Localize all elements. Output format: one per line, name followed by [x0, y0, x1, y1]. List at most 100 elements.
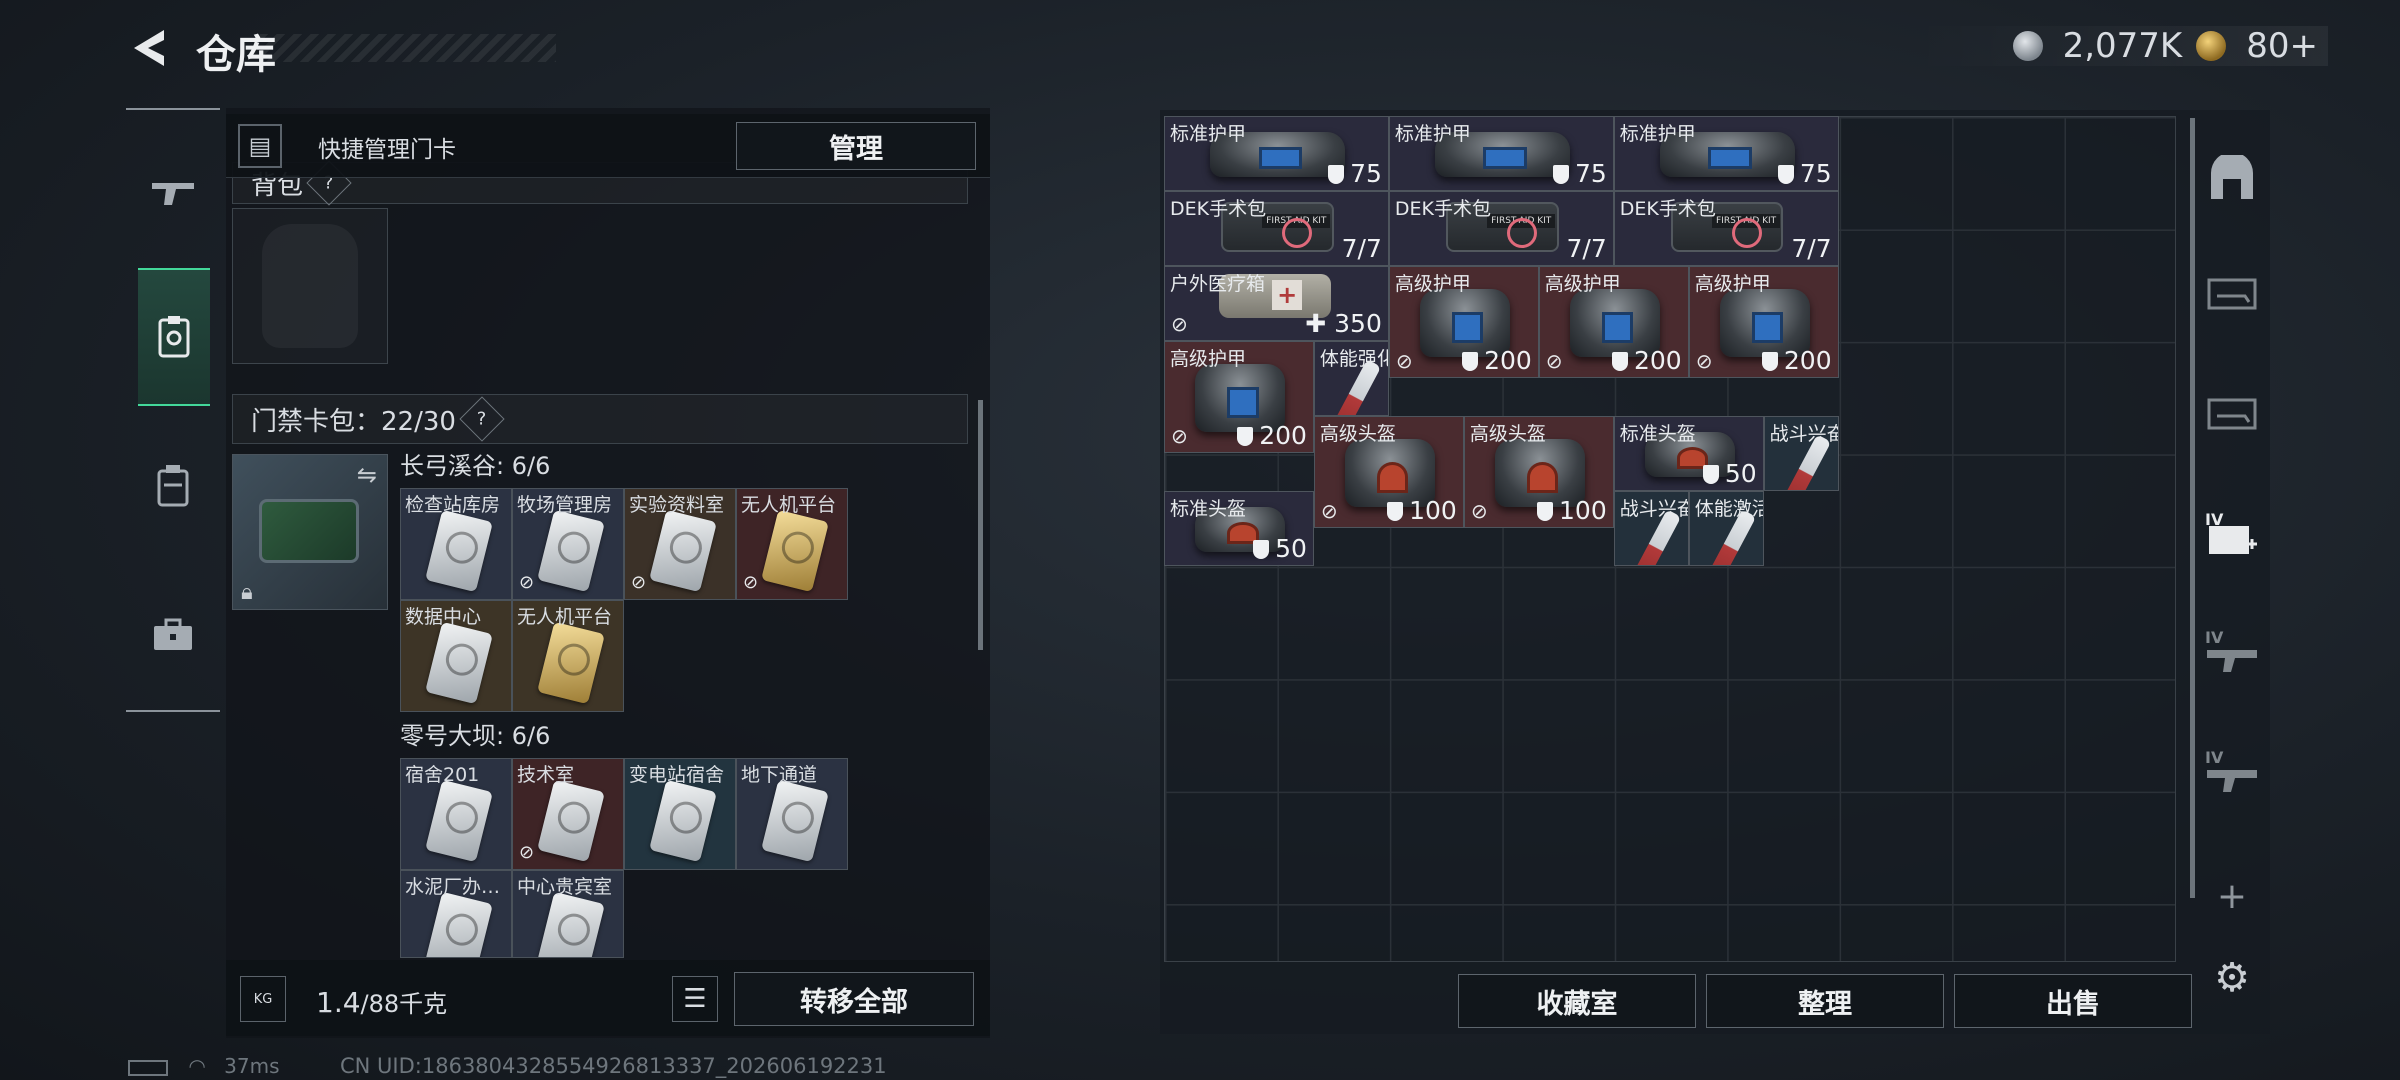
silver-coin-icon	[2012, 31, 2043, 61]
add-icon[interactable]: +	[2204, 868, 2260, 924]
gear-icon[interactable]: ⚙︎	[2204, 950, 2260, 1006]
toolbox-icon	[154, 618, 192, 650]
transfer-all-button[interactable]: 转移全部	[734, 972, 974, 1026]
left-scrollbar[interactable]	[978, 400, 983, 650]
keycard-image	[425, 779, 493, 863]
item-value: 50	[1702, 459, 1757, 488]
gold-coin-icon	[2196, 31, 2227, 61]
item-name: 战斗兴奋剂	[1769, 422, 1838, 445]
keycard-slot[interactable]: 数据中心	[400, 600, 512, 712]
item-value-text: 7/7	[1566, 233, 1607, 263]
backpack-tab[interactable]	[138, 450, 208, 520]
warehouse-item[interactable]: DEK手术包 7/7	[1613, 190, 1839, 266]
item-value-text: 75	[1799, 158, 1832, 188]
keycard-case-slot[interactable]: ⇋ 🔒︎	[232, 454, 388, 610]
weapon-tab[interactable]	[138, 158, 208, 228]
warehouse-item[interactable]: 高级护甲 200 ⊘	[1164, 340, 1314, 454]
keycard-label: 牧场管理房	[517, 494, 613, 516]
item-value: 200	[1462, 346, 1532, 375]
item-name: 户外医疗箱	[1170, 272, 1266, 295]
keycard-image	[537, 509, 605, 593]
shield-icon	[1387, 502, 1404, 522]
rifle-iv-icon-1[interactable]: IV	[2204, 626, 2260, 682]
list-view-button[interactable]: ☰	[672, 976, 718, 1022]
keycard-slot[interactable]: 无人机平台	[512, 600, 624, 712]
rifle-iv-icon-2[interactable]: IV	[2204, 746, 2260, 802]
keycard-image	[425, 891, 493, 957]
item-value: 7/7	[1567, 234, 1607, 263]
cardpack-label: 门禁卡包：22/30	[251, 406, 456, 437]
medical-iv-icon[interactable]: IV	[2204, 508, 2260, 564]
keycard-slot[interactable]: 无人机平台 ⊘	[736, 488, 848, 600]
keycard-slot[interactable]: 地下通道	[736, 758, 848, 870]
armor-icon[interactable]	[2204, 150, 2260, 206]
warehouse-item[interactable]: 高级头盔 100 ⊘	[1313, 415, 1464, 529]
shield-icon	[1702, 464, 1719, 484]
warehouse-item[interactable]: 标准头盔 50	[1164, 490, 1314, 566]
item-name: 体能强化剂	[1319, 347, 1388, 370]
silver-amount: 2,077K	[2062, 26, 2183, 66]
warehouse-item[interactable]: 户外医疗箱 ✚ 350 ⊘	[1164, 265, 1389, 341]
collection-room-button[interactable]: 收藏室	[1458, 974, 1696, 1028]
warehouse-item[interactable]: 体能强化剂	[1313, 340, 1389, 416]
item-name: 高级头盔	[1319, 422, 1396, 445]
item-name: 高级护甲	[1394, 272, 1471, 295]
keycard-slot[interactable]: 变电站宿舍	[624, 758, 736, 870]
warehouse-item[interactable]: 标准护甲 75	[1164, 116, 1389, 191]
warehouse-item[interactable]: 体能激活针	[1688, 490, 1764, 566]
keycard-slot[interactable]: 技术室 ⊘	[512, 758, 624, 870]
keycard-image	[425, 509, 493, 593]
item-name: 体能激活针	[1694, 497, 1763, 520]
gun-case-icon-2[interactable]	[2204, 386, 2260, 442]
back-button[interactable]	[128, 26, 168, 70]
warehouse-item[interactable]: DEK手术包 7/7	[1164, 190, 1389, 266]
non-tradeable-icon: ⊘	[1320, 499, 1338, 524]
item-name: DEK手术包	[1394, 197, 1491, 220]
help-icon[interactable]: ?	[459, 396, 505, 442]
warehouse-item[interactable]: 标准护甲 75	[1613, 116, 1839, 191]
manage-button[interactable]: 管理	[736, 122, 976, 170]
shield-icon	[1611, 352, 1628, 372]
item-value: 50	[1253, 534, 1307, 563]
keycard-image	[537, 891, 605, 957]
page-title: 仓库	[196, 32, 276, 78]
swap-icon[interactable]: ⇋	[357, 461, 377, 489]
ping-value: 37ms	[224, 1054, 280, 1078]
category-nav	[126, 108, 220, 712]
sort-button[interactable]: 整理	[1706, 974, 1944, 1028]
warehouse-item[interactable]: 高级护甲 200 ⊘	[1538, 265, 1689, 379]
keycard-group-title: 长弓溪谷: 6/6	[400, 452, 551, 480]
warehouse-item[interactable]: 高级头盔 100 ⊘	[1463, 415, 1614, 529]
quick-manage-label: 快捷管理门卡	[318, 137, 456, 163]
warehouse-item[interactable]: 战斗兴奋剂	[1763, 415, 1839, 491]
keycard-slot[interactable]: 中心贵宾室	[512, 870, 624, 958]
warehouse-item[interactable]: 高级护甲 200 ⊘	[1388, 265, 1539, 379]
warehouse-scrollbar[interactable]	[2190, 118, 2195, 898]
keycard-slot[interactable]: 宿舍201	[400, 758, 512, 870]
gun-case-icon-1[interactable]	[2204, 266, 2260, 322]
keycard-tab[interactable]	[138, 268, 210, 406]
keycard-slot[interactable]: 实验资料室 ⊘	[624, 488, 736, 600]
toolbox-tab[interactable]	[138, 600, 208, 670]
shield-icon	[1552, 164, 1569, 184]
item-name: 标准护甲	[1394, 123, 1471, 145]
keycard-label: 中心贵宾室	[517, 876, 613, 898]
battery-icon	[128, 1059, 168, 1076]
non-tradeable-icon: ⊘	[631, 572, 647, 593]
sell-button[interactable]: 出售	[1954, 974, 2192, 1028]
warehouse-item[interactable]: 高级护甲 200 ⊘	[1688, 265, 1839, 379]
warehouse-item[interactable]: DEK手术包 7/7	[1388, 190, 1614, 266]
warehouse-item[interactable]: 战斗兴奋剂	[1613, 490, 1689, 566]
item-value: 7/7	[1342, 234, 1382, 263]
keycard-label: 水泥厂办…	[405, 876, 501, 898]
warehouse-item[interactable]: 标准头盔 50	[1613, 415, 1764, 491]
keycard-slot[interactable]: 检查站库房	[400, 488, 512, 600]
keycard-image	[649, 509, 717, 593]
gold-amount: 80+	[2246, 26, 2318, 66]
warehouse-item[interactable]: 标准护甲 75	[1388, 116, 1614, 191]
item-value: 7/7	[1791, 234, 1831, 263]
keycard-slot[interactable]: 水泥厂办…	[400, 870, 512, 958]
item-name: 标准头盔	[1170, 497, 1247, 520]
card-icon	[158, 316, 190, 358]
keycard-slot[interactable]: 牧场管理房 ⊘	[512, 488, 624, 600]
